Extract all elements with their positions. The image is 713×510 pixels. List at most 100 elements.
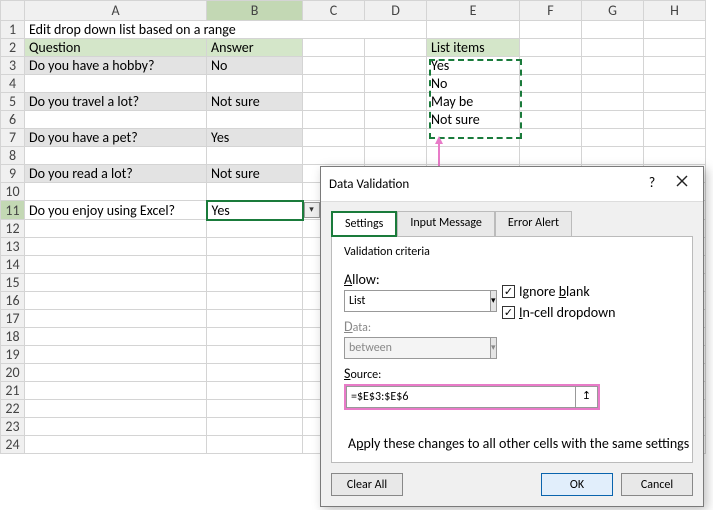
row-header[interactable]: 3 [1,57,25,75]
cell[interactable]: No [207,57,303,75]
cell[interactable] [365,93,427,111]
cell[interactable] [365,39,427,57]
cell[interactable] [303,129,365,147]
tab-settings[interactable]: Settings [331,211,397,237]
cell[interactable] [644,129,706,147]
source-input[interactable] [346,386,576,408]
row-header[interactable]: 15 [1,274,25,292]
ok-button[interactable]: OK [541,473,613,496]
cell[interactable] [303,39,365,57]
ignore-blank-checkbox[interactable]: ✓Ignore blank [502,283,615,300]
cell[interactable] [365,147,427,165]
col-header-G[interactable]: G [582,1,644,21]
col-header-A[interactable]: A [25,1,207,21]
row-header[interactable]: 12 [1,220,25,238]
cell[interactable] [207,346,303,364]
cell[interactable] [207,220,303,238]
cell[interactable] [582,93,644,111]
cell[interactable] [25,274,207,292]
cell[interactable] [582,39,644,57]
row-header[interactable]: 17 [1,310,25,328]
cell[interactable] [644,39,706,57]
cell[interactable] [427,21,520,39]
row-header[interactable]: 9 [1,165,25,183]
row-header[interactable]: 7 [1,129,25,147]
cell[interactable]: Answer [207,39,303,57]
cell[interactable] [207,382,303,400]
row-header[interactable]: 10 [1,183,25,201]
source-field[interactable]: ↥ [344,384,600,410]
row-header[interactable]: 24 [1,436,25,454]
row-header[interactable]: 5 [1,93,25,111]
cell[interactable] [644,93,706,111]
cell[interactable] [644,21,706,39]
cell[interactable] [303,147,365,165]
cell[interactable] [582,147,644,165]
cell[interactable] [207,238,303,256]
cell[interactable]: May be [427,93,520,111]
row-header[interactable]: 18 [1,328,25,346]
cell[interactable] [520,93,582,111]
cancel-button[interactable]: Cancel [621,473,693,496]
cell[interactable] [25,382,207,400]
help-button[interactable]: ? [639,173,665,195]
cell[interactable] [25,220,207,238]
row-header[interactable]: 8 [1,147,25,165]
cell[interactable] [520,147,582,165]
cell[interactable] [25,183,207,201]
cell[interactable] [207,75,303,93]
cell[interactable] [25,364,207,382]
cell[interactable] [520,129,582,147]
cell[interactable] [520,39,582,57]
cell[interactable]: Yes [207,129,303,147]
allow-input[interactable] [344,290,491,312]
dropdown-button[interactable]: ▾ [304,202,320,218]
cell[interactable]: Not sure [207,165,303,183]
cell[interactable]: Question [25,39,207,57]
row-header[interactable]: 21 [1,382,25,400]
cell[interactable] [25,346,207,364]
cell[interactable] [207,256,303,274]
cell[interactable] [207,328,303,346]
cell[interactable] [207,274,303,292]
range-picker-icon[interactable]: ↥ [576,386,598,408]
cell[interactable] [207,364,303,382]
cell[interactable] [207,111,303,129]
row-header[interactable]: 19 [1,346,25,364]
cell[interactable] [644,57,706,75]
cell[interactable] [207,147,303,165]
cell[interactable] [427,129,520,147]
cell[interactable] [25,238,207,256]
col-header-E[interactable]: E [427,1,520,21]
cell[interactable] [207,418,303,436]
cell[interactable] [644,111,706,129]
cell[interactable] [303,93,365,111]
close-button[interactable] [669,173,695,195]
tab-error-alert[interactable]: Error Alert [495,211,572,237]
cell[interactable] [25,418,207,436]
cell[interactable] [207,436,303,454]
allow-combo[interactable]: ▾ [344,290,484,312]
tab-input-message[interactable]: Input Message [397,211,495,237]
row-header[interactable]: 22 [1,400,25,418]
cell[interactable] [520,75,582,93]
cell[interactable]: Do you have a hobby? [25,57,207,75]
row-header[interactable]: 4 [1,75,25,93]
cell[interactable] [365,75,427,93]
cell[interactable] [644,147,706,165]
cell[interactable]: Yes [427,57,520,75]
col-header-F[interactable]: F [520,1,582,21]
cell[interactable] [582,111,644,129]
row-header[interactable]: 20 [1,364,25,382]
col-header-D[interactable]: D [365,1,427,21]
cell[interactable]: Not sure [427,111,520,129]
cell[interactable] [582,21,644,39]
cell[interactable] [365,129,427,147]
cell[interactable] [207,292,303,310]
cell[interactable] [427,147,520,165]
row-header[interactable]: 16 [1,292,25,310]
cell[interactable] [644,75,706,93]
row-header[interactable]: 23 [1,418,25,436]
cell[interactable]: Edit drop down list based on a range [25,21,427,39]
cell[interactable] [25,436,207,454]
